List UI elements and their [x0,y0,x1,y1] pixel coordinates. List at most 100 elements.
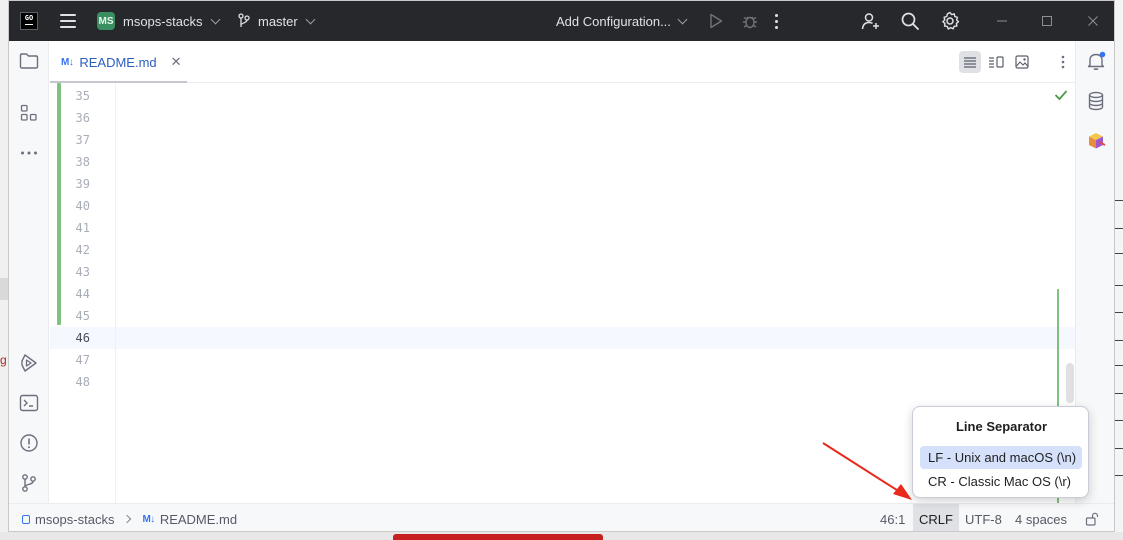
line-number: 37 [75,133,90,147]
run-configuration-label: Add Configuration... [556,13,671,29]
background-rule [1114,475,1123,476]
line-number: 38 [75,155,90,169]
app-logo: GO [20,1,38,41]
line-separator-widget[interactable]: CRLF [913,504,959,531]
line-number: 46 [75,331,90,345]
background-rule [1114,365,1123,366]
main-menu-button[interactable] [60,1,76,41]
background-rule [1114,253,1123,254]
search-icon [901,12,919,30]
option-lf[interactable]: LF - Unix and macOS (\n) [920,446,1082,469]
database-tool-button[interactable] [1084,89,1108,113]
tab-label: README.md [79,54,157,70]
image-preview-icon [1015,55,1029,69]
bell-icon [1087,51,1106,70]
background-rule [1114,448,1123,449]
settings-button[interactable] [940,1,960,41]
close-tab-icon[interactable]: ✕ [171,54,182,70]
background-rule [1114,312,1123,313]
minimize-icon [997,20,1007,22]
unlock-icon [1085,512,1099,526]
more-tools-button[interactable] [17,141,41,165]
background-rule [1114,340,1123,341]
line-number: 43 [75,265,90,279]
git-branch-icon [238,13,250,27]
chevron-down-icon [677,14,688,24]
maximize-button[interactable] [1037,1,1057,41]
left-tool-strip [9,41,49,503]
editor-tab-bar: M↓ README.md ✕ [50,41,1075,84]
line-number: 39 [75,177,90,191]
split-view-button[interactable] [985,51,1007,73]
line-number: 36 [75,111,90,125]
chevron-down-icon [305,14,316,24]
background-rule [1114,200,1123,201]
terminal-icon [19,394,39,412]
editor-only-view-button[interactable] [959,51,981,73]
caret-position[interactable]: 46:1 [880,504,905,531]
text-lines-icon [964,57,976,68]
plugin-tool-button[interactable] [1084,129,1108,153]
line-number: 41 [75,221,90,235]
branch-selector[interactable]: master [237,1,316,41]
run-button[interactable] [706,1,726,41]
line-number-gutter: 35 36 37 38 39 40 41 42 43 44 45 46 47 48 [50,83,116,503]
markdown-icon: M↓ [142,513,155,525]
branch-name: master [258,13,298,29]
breadcrumb-project[interactable]: msops-stacks [35,512,114,527]
line-number: 45 [75,309,90,323]
popup-title: Line Separator [955,419,1048,434]
warning-circle-icon [20,434,38,452]
background-rule [1114,228,1123,229]
scrollbar-thumb[interactable] [1066,363,1074,403]
background-rule [1114,285,1123,286]
run-configuration-selector[interactable]: Add Configuration... [556,1,688,41]
tab-options-button[interactable] [1052,51,1074,73]
debug-button[interactable] [740,1,760,41]
breadcrumb: msops-stacks M↓ README.md [22,504,237,531]
add-user-icon [861,13,879,30]
encoding-widget[interactable]: UTF-8 [965,504,1002,531]
git-tool-button[interactable] [17,471,41,495]
folder-icon [19,53,39,69]
notifications-tool-button[interactable] [1084,49,1108,73]
indent-widget[interactable]: 4 spaces [1015,504,1067,531]
play-icon [710,13,723,29]
project-badge: MS [97,12,115,30]
option-cr[interactable]: CR - Classic Mac OS (\r) [920,470,1082,493]
code-with-me-button[interactable] [861,1,881,41]
structure-tool-button[interactable] [17,101,41,125]
problems-tool-button[interactable] [17,431,41,455]
background-text: g [0,353,7,367]
preview-only-view-button[interactable] [1011,51,1033,73]
goland-logo-icon: GO [20,12,38,30]
line-number: 44 [75,287,90,301]
bug-icon [743,16,757,29]
search-everywhere-button[interactable] [900,1,920,41]
check-icon [1054,90,1068,101]
background-rule [1114,420,1123,421]
close-window-button[interactable] [1083,1,1103,41]
git-icon [22,474,36,492]
minimize-button[interactable] [992,1,1012,41]
terminal-tool-button[interactable] [17,391,41,415]
project-selector[interactable]: MS msops-stacks [97,1,221,41]
line-number: 40 [75,199,90,213]
chevron-down-icon [211,14,221,24]
more-vertical-icon [1061,55,1065,69]
status-bar: msops-stacks M↓ README.md 46:1 CRLF UTF-… [9,503,1114,531]
services-tool-button[interactable] [17,351,41,375]
markdown-icon: M↓ [61,56,74,68]
line-number: 35 [75,89,90,103]
breadcrumb-file[interactable]: README.md [160,512,237,527]
project-tool-button[interactable] [17,49,41,73]
title-bar: GO MS msops-stacks master Add Configurat… [9,1,1114,41]
background-red-shape [393,534,603,540]
tab-readme[interactable]: M↓ README.md ✕ [50,41,187,84]
gear-icon [942,11,960,30]
readonly-toggle[interactable] [1085,504,1099,531]
chevron-right-icon [123,514,132,524]
line-number: 47 [75,353,90,367]
background-rule [1114,393,1123,394]
more-actions-button[interactable] [775,1,778,41]
